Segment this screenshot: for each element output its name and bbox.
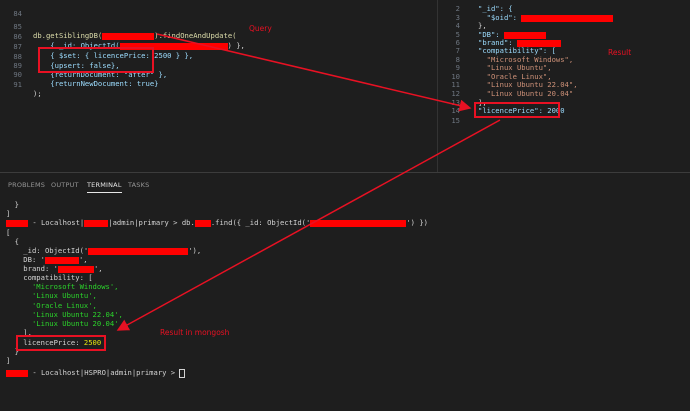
redacted-text — [6, 219, 28, 227]
highlight-box-mongosh-price — [16, 335, 106, 351]
terminal-cursor[interactable] — [179, 368, 186, 378]
line-number: 9 — [455, 63, 460, 72]
highlight-box-result-price — [474, 102, 560, 118]
redacted-text — [88, 247, 189, 255]
terminal-text: 'Linux Ubuntu 20.04' — [6, 319, 119, 328]
code-text: {returnNewDocument: true} — [33, 79, 159, 88]
line-number: 4 — [455, 21, 460, 30]
redacted-text — [44, 256, 79, 264]
editor-line: 91 ); — [0, 71, 41, 98]
tab-problems[interactable]: PROBLEMS — [8, 181, 45, 189]
editor-right-pane[interactable]: 2 "_id": { 3 "$oid": 4}, 5 "DB": 6 "brand":… — [437, 0, 690, 172]
code-text: "Linux Ubuntu 22.04", — [478, 80, 578, 89]
terminal-text: ] — [6, 356, 11, 365]
tab-tasks[interactable]: TASKS — [128, 181, 149, 189]
editor-line: 89 {returnDocument: "after" }, — [0, 52, 167, 79]
redacted-text — [57, 265, 94, 273]
annotation-result: Result — [608, 48, 632, 57]
editor-line: 90 {returnNewDocument: true} — [0, 61, 158, 88]
terminal-prompt: - Localhost|HSPRO|admin|primary > — [6, 368, 186, 378]
line-number: 91 — [13, 80, 22, 89]
line-number: 2 — [455, 4, 460, 13]
terminal-text: compatibility: [ — [6, 273, 93, 282]
code-text: "compatibility": [ — [478, 46, 556, 55]
terminal-text: } — [6, 200, 19, 209]
editor-line: 87 { $set: { licencePrice: 2500 } }, — [0, 33, 193, 60]
editor-line: 85 db.getSiblingDB().findOneAndUpdate( — [0, 13, 236, 40]
code-text: }, — [478, 21, 487, 30]
terminal-text: [ — [6, 228, 11, 237]
panel-tab-bar: PROBLEMS OUTPUT TERMINAL TASKS — [0, 172, 690, 195]
line-number: 14 — [451, 106, 460, 115]
redacted-text — [310, 219, 407, 227]
editor-left-pane[interactable]: 84 85 db.getSiblingDB().findOneAndUpdate… — [0, 0, 437, 172]
tab-terminal[interactable]: TERMINAL — [87, 181, 122, 193]
editor-line: 88 {upsert: false}, — [0, 43, 119, 70]
terminal-prompt: - Localhost| |admin|primary > db. .find({ … — [6, 218, 428, 227]
code-text: "_id": { — [478, 4, 513, 13]
annotation-result-mongosh: Result in mongosh — [160, 328, 230, 337]
terminal-text: DB: ' ', — [6, 255, 88, 264]
tab-output[interactable]: OUTPUT — [51, 181, 79, 189]
line-number: 11 — [451, 80, 460, 89]
redacted-text — [84, 219, 109, 227]
terminal-text: brand: ' ', — [6, 264, 103, 273]
code-text: "$oid": — [478, 13, 614, 22]
editor-line: 86 { _id: ObjectId() }, — [0, 23, 245, 50]
terminal-text: 'Linux Ubuntu 22.04', — [6, 310, 123, 319]
redacted-text — [102, 32, 155, 40]
highlight-box-options — [38, 47, 154, 73]
annotation-query: Query — [249, 24, 272, 33]
line-number: 7 — [455, 46, 460, 55]
terminal-pane[interactable]: } ] - Localhost| |admin|primary > db. .fin… — [0, 194, 690, 411]
editor-line: 84 — [0, 0, 22, 18]
terminal-text: 'Oracle Linux', — [6, 301, 97, 310]
terminal-text: 'Linux Ubuntu', — [6, 291, 97, 300]
terminal-text: { — [6, 237, 19, 246]
terminal-text: ] — [6, 209, 11, 218]
code-text: "Linux Ubuntu 20.04" — [478, 89, 574, 98]
line-number: 12 — [451, 89, 460, 98]
terminal-text: _id: ObjectId(' '), — [6, 246, 202, 255]
code-text: db.getSiblingDB().findOneAndUpdate( — [33, 31, 237, 40]
line-number: 15 — [451, 116, 460, 125]
redacted-text — [521, 14, 614, 22]
code-text: "Linux Ubuntu", — [478, 63, 552, 72]
redacted-text — [194, 219, 211, 227]
redacted-text — [6, 369, 28, 377]
code-text: ); — [33, 89, 42, 98]
terminal-text: 'Microsoft Windows', — [6, 282, 119, 291]
